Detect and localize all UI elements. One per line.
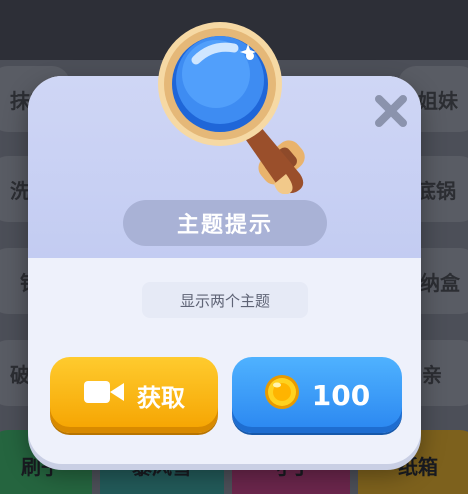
coin-cost-label: 100 [311,378,371,412]
buy-with-coins-button[interactable]: 100 [232,357,402,433]
get-button-label: 获取 [137,383,185,412]
dialog-title: 主题提示 [123,200,327,246]
dialog-description: 显示两个主题 [142,282,308,318]
magnifying-glass-icon [158,22,305,194]
close-icon [375,95,407,127]
coin-icon [264,374,300,417]
get-by-video-button[interactable]: 获取 [50,357,218,433]
close-button[interactable] [372,92,410,130]
video-camera-icon [83,378,125,412]
